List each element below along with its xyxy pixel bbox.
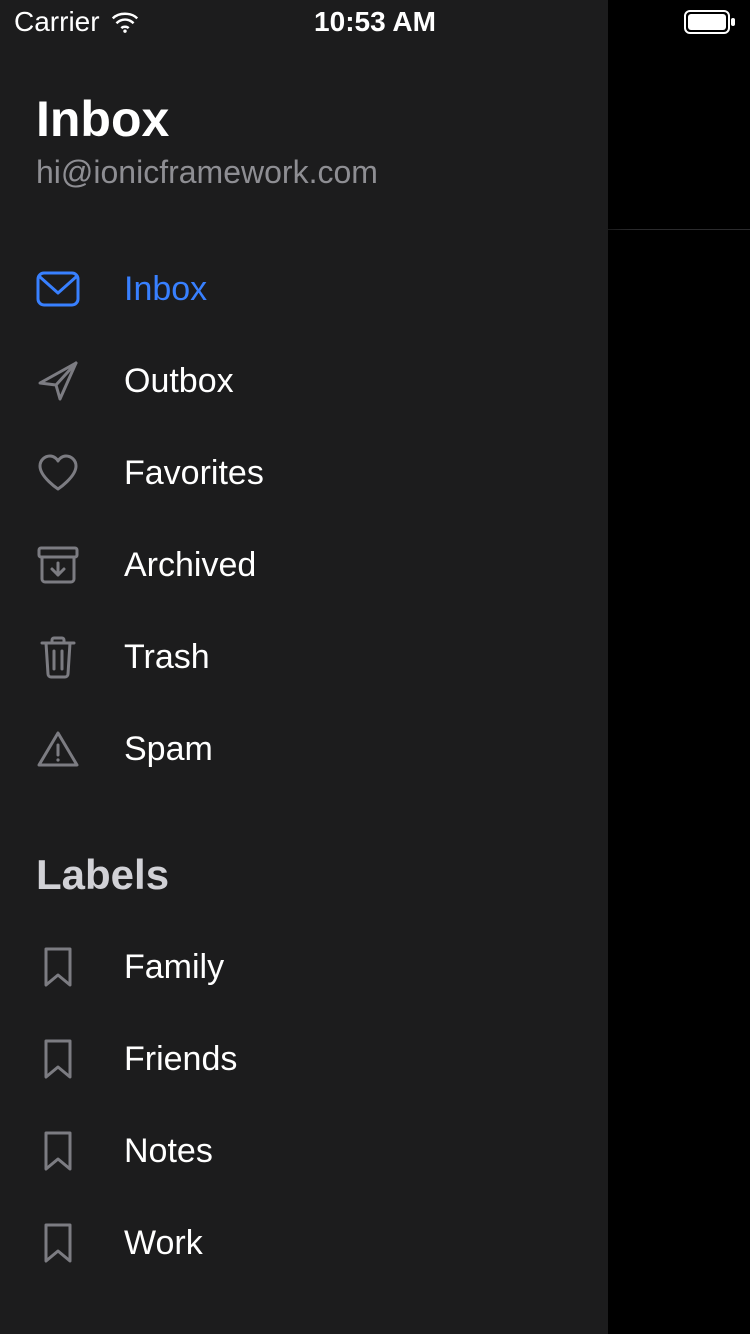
label-item-family[interactable]: Family (0, 921, 608, 1013)
menu-item-archived[interactable]: Archived (0, 519, 608, 611)
status-right (684, 10, 736, 34)
menu-item-label: Spam (124, 730, 213, 769)
label-item-text: Work (124, 1224, 203, 1263)
archive-icon (36, 543, 80, 587)
menu-item-favorites[interactable]: Favorites (0, 427, 608, 519)
menu-item-label: Inbox (124, 270, 207, 309)
main-content (608, 0, 750, 1334)
side-menu: Inbox hi@ionicframework.com Inbox (0, 0, 608, 1334)
menu-item-inbox[interactable]: Inbox (0, 243, 608, 335)
menu-item-label: Archived (124, 546, 256, 585)
bookmark-icon (36, 1129, 80, 1173)
status-time: 10:53 AM (314, 6, 436, 38)
menu-list: Inbox Outbox Favorite (0, 213, 608, 795)
menu-subtitle: hi@ionicframework.com (36, 154, 572, 191)
bookmark-icon (36, 945, 80, 989)
label-item-text: Friends (124, 1040, 237, 1079)
labels-list: Family Friends Notes (0, 907, 608, 1289)
menu-title: Inbox (36, 90, 572, 148)
menu-item-outbox[interactable]: Outbox (0, 335, 608, 427)
wifi-icon (110, 11, 140, 33)
status-bar: Carrier 10:53 AM (0, 0, 750, 44)
status-left: Carrier (14, 6, 140, 38)
label-item-work[interactable]: Work (0, 1197, 608, 1289)
trash-icon (36, 635, 80, 679)
menu-header: Inbox hi@ionicframework.com (0, 60, 608, 213)
menu-item-label: Favorites (124, 454, 264, 493)
label-item-text: Notes (124, 1132, 213, 1171)
label-item-notes[interactable]: Notes (0, 1105, 608, 1197)
mail-icon (36, 267, 80, 311)
paper-plane-icon (36, 359, 80, 403)
menu-item-spam[interactable]: Spam (0, 703, 608, 795)
carrier-label: Carrier (14, 6, 100, 38)
bookmark-icon (36, 1037, 80, 1081)
battery-icon (684, 10, 736, 34)
warning-icon (36, 727, 80, 771)
menu-item-trash[interactable]: Trash (0, 611, 608, 703)
labels-header: Labels (0, 795, 608, 907)
main-header (608, 44, 750, 230)
label-item-text: Family (124, 948, 224, 987)
menu-item-label: Outbox (124, 362, 234, 401)
menu-item-label: Trash (124, 638, 210, 677)
heart-icon (36, 451, 80, 495)
bookmark-icon (36, 1221, 80, 1265)
label-item-friends[interactable]: Friends (0, 1013, 608, 1105)
